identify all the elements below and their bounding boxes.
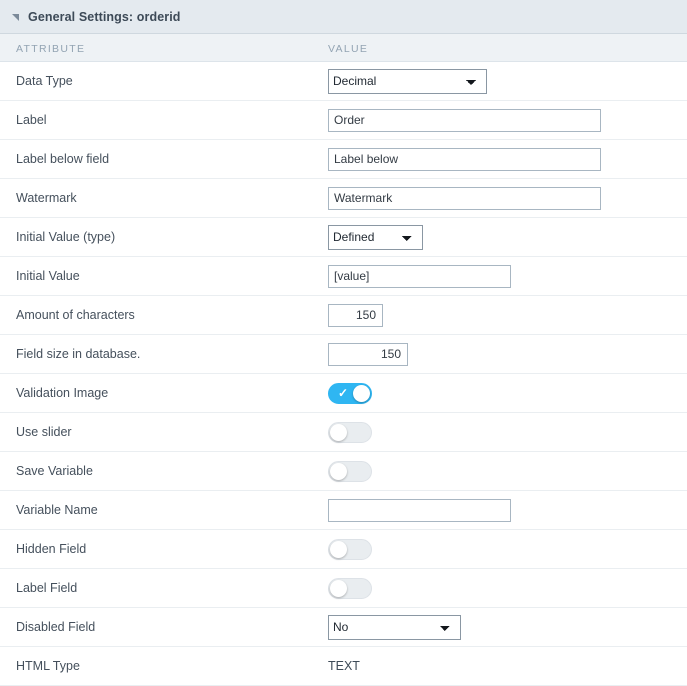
html-type-value: TEXT [328, 659, 360, 673]
column-header-value-cell: VALUE [328, 39, 687, 57]
row-label: Variable Name [16, 503, 98, 517]
row-value-cell: No [328, 614, 687, 640]
row-label: Initial Value [16, 269, 80, 283]
table-row: Data Type Decimal [0, 62, 687, 101]
row-value-cell [328, 303, 687, 327]
row-label: Initial Value (type) [16, 230, 116, 244]
validation-image-toggle[interactable]: ✓ [328, 382, 372, 404]
table-row: Initial Value (type) Defined [0, 218, 687, 257]
panel-header: General Settings: orderid [0, 0, 687, 34]
column-header-value-label: VALUE [328, 42, 369, 55]
row-label: Hidden Field [16, 542, 87, 556]
row-label: Watermark [16, 191, 77, 205]
data-type-select[interactable]: Decimal [328, 68, 487, 94]
row-label: Label Field [16, 581, 78, 595]
table-row: Use slider [0, 413, 687, 452]
table-row: Label [0, 101, 687, 140]
row-value-cell [328, 342, 687, 366]
column-header-attribute-label: ATTRIBUTE [16, 42, 86, 55]
check-icon: ✓ [338, 386, 349, 400]
column-header-attribute-cell: ATTRIBUTE [0, 39, 328, 57]
table-column-header: ATTRIBUTE VALUE [0, 34, 687, 62]
toggle-knob [330, 423, 347, 441]
row-value-cell [328, 577, 687, 599]
table-row: Disabled Field No [0, 608, 687, 647]
table-row: Amount of characters [0, 296, 687, 335]
settings-table-body: Data Type Decimal Label Label below field Wa… [0, 62, 687, 686]
toggle-knob [353, 384, 370, 402]
table-row: Field size in database. [0, 335, 687, 374]
row-label: Amount of characters [16, 308, 135, 322]
row-label: HTML Type [16, 659, 80, 673]
toggle-knob [330, 540, 347, 558]
hidden-field-toggle[interactable] [328, 538, 372, 560]
save-variable-toggle[interactable] [328, 460, 372, 482]
general-settings-panel: General Settings: orderid ATTRIBUTE VALU… [0, 0, 687, 686]
table-row: HTML Type TEXT [0, 647, 687, 686]
label-below-field-input[interactable] [328, 147, 601, 171]
toggle-knob [330, 579, 347, 597]
row-label: Validation Image [16, 386, 109, 400]
row-value-cell [328, 186, 687, 210]
table-row: Label Field [0, 569, 687, 608]
toggle-knob [330, 462, 347, 480]
row-value-cell [328, 264, 687, 288]
initial-value-input[interactable] [328, 264, 511, 288]
row-label: Use slider [16, 425, 72, 439]
row-value-cell: Defined [328, 224, 687, 250]
table-row: Watermark [0, 179, 687, 218]
table-row: Initial Value [0, 257, 687, 296]
row-value-cell [328, 108, 687, 132]
page-title: General Settings: orderid [28, 9, 181, 24]
watermark-input[interactable] [328, 186, 601, 210]
row-label: Save Variable [16, 464, 93, 478]
disabled-field-select[interactable]: No [328, 614, 461, 640]
row-value-cell [328, 147, 687, 171]
initial-value-type-select[interactable]: Defined [328, 224, 423, 250]
use-slider-toggle[interactable] [328, 421, 372, 443]
row-label: Label below field [16, 152, 110, 166]
amount-of-characters-input[interactable] [328, 303, 383, 327]
row-label: Field size in database. [16, 347, 141, 361]
table-row: Variable Name [0, 491, 687, 530]
variable-name-input[interactable] [328, 498, 511, 522]
table-row: Hidden Field [0, 530, 687, 569]
row-value-cell [328, 421, 687, 443]
table-row: Label below field [0, 140, 687, 179]
field-size-in-database-input[interactable] [328, 342, 408, 366]
label-input[interactable] [328, 108, 601, 132]
table-row: Validation Image ✓ [0, 374, 687, 413]
row-label: Disabled Field [16, 620, 96, 634]
row-value-cell [328, 538, 687, 560]
row-value-cell [328, 498, 687, 522]
row-value-cell: Decimal [328, 68, 687, 94]
row-value-cell: ✓ [328, 382, 687, 404]
row-label: Data Type [16, 74, 73, 88]
label-field-toggle[interactable] [328, 577, 372, 599]
row-label: Label [16, 113, 47, 127]
table-row: Save Variable [0, 452, 687, 491]
row-value-cell [328, 460, 687, 482]
triangle-collapse-icon[interactable] [12, 14, 19, 21]
row-value-cell: TEXT [328, 659, 687, 673]
